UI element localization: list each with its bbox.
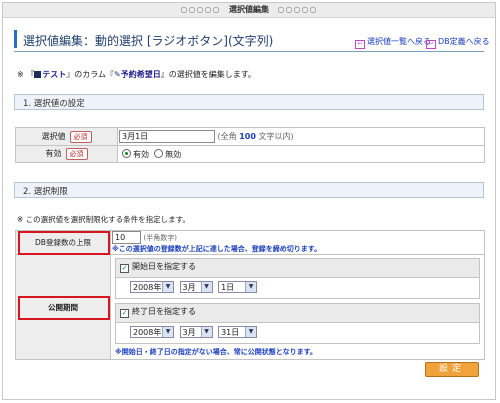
start-month-value: 3月 — [182, 283, 196, 292]
start-date-label: 開始日を指定する — [132, 262, 196, 271]
value-hint-suffix: 文字以内) — [255, 132, 294, 141]
note-prefix: 『 — [26, 70, 35, 79]
back-arrow-icon: ↩ — [426, 40, 436, 49]
limit-hint: (半角数字) — [143, 234, 178, 242]
back-arrow-icon: ↩ — [355, 40, 365, 49]
highlight-period — [18, 296, 110, 320]
period-warning: ※開始日・終了日の指定がない場合、常に公開状態となります。 — [115, 348, 317, 356]
highlight-limit — [18, 231, 110, 255]
start-date-header: ✓ 開始日を指定する — [115, 258, 480, 278]
back-to-db-label: DB定義へ戻る — [438, 37, 490, 46]
value-hint-num: 100 — [239, 132, 256, 141]
valid-on-radio[interactable] — [122, 148, 131, 158]
valid-radio-cell: 有効 無効 — [117, 145, 485, 163]
section-selection-limit: 2. 選択制限 — [14, 182, 484, 198]
value-input-cell: 3月1日 (全角 100 文字以内) — [117, 127, 485, 146]
end-date-label: 終了日を指定する — [132, 307, 196, 316]
end-date-selectors: 2008年 ▼ 3月 ▼ 31日 ▼ — [115, 323, 480, 344]
back-to-db-link[interactable]: ↩ DB定義へ戻る — [426, 36, 490, 49]
chevron-down-icon: ▼ — [245, 282, 257, 292]
back-to-list-link[interactable]: ↩ 選択値一覧へ戻る — [355, 36, 431, 49]
limit-input-cell: 10 (半角数字) ※この選択値の登録数が上記に達した場合、登録を締め切ります。 — [110, 230, 485, 255]
chevron-down-icon: ▼ — [162, 282, 173, 292]
valid-label: 有効 — [45, 149, 62, 158]
start-year-value: 2008年 — [133, 283, 162, 292]
chevron-down-icon: ▼ — [162, 327, 173, 337]
column-name: 予約希望日 — [120, 70, 161, 79]
titlebar-dots-left: ○○○○○ — [180, 5, 221, 14]
start-day-select[interactable]: 1日 ▼ — [218, 281, 258, 293]
required-badge: 必須 — [65, 148, 88, 160]
value-hint: (全角 100 文字以内) — [218, 132, 294, 141]
set-button[interactable]: 設定 — [425, 362, 479, 377]
start-date-selectors: 2008年 ▼ 3月 ▼ 1日 ▼ — [115, 278, 480, 299]
start-month-select[interactable]: 3月 ▼ — [179, 281, 213, 293]
header-accent-bar — [14, 30, 17, 48]
end-month-value: 3月 — [182, 328, 196, 337]
end-year-select[interactable]: 2008年 ▼ — [130, 326, 174, 338]
end-day-value: 31日 — [221, 328, 240, 337]
window-title: 選択値編集 — [229, 5, 269, 14]
value-input[interactable]: 3月1日 — [119, 130, 215, 143]
pencil-icon: ✎ — [114, 70, 121, 79]
section1-title: 1. 選択値の設定 — [23, 99, 85, 109]
limit-note: ※ この選択値を選択制限化する条件を指定します。 — [17, 215, 190, 224]
valid-off-label: 無効 — [165, 149, 182, 159]
start-year-select[interactable]: 2008年 ▼ — [130, 281, 174, 293]
period-cell: ✓ 開始日を指定する 2008年 ▼ 3月 ▼ 1日 ▼ ✓ 終了日を指定する 2008年… — [110, 254, 485, 360]
end-day-select[interactable]: 31日 ▼ — [218, 326, 258, 338]
end-year-value: 2008年 — [133, 328, 162, 337]
db-icon — [34, 71, 42, 78]
required-badge: 必須 — [69, 130, 92, 143]
window-titlebar: ○○○○○ 選択値編集 ○○○○○ — [3, 3, 495, 18]
note-mid: 』のカラム『 — [66, 70, 115, 79]
end-month-select[interactable]: 3月 ▼ — [179, 326, 213, 338]
asterisk-icon: ※ — [17, 70, 24, 79]
chevron-down-icon: ▼ — [245, 327, 257, 337]
titlebar-dots-right: ○○○○○ — [277, 5, 318, 14]
end-date-header: ✓ 終了日を指定する — [115, 303, 480, 323]
section2-title: 2. 選択制限 — [23, 187, 68, 197]
valid-on-label: 有効 — [133, 149, 149, 159]
value-label: 選択値 — [41, 131, 66, 141]
back-to-list-label: 選択値一覧へ戻る — [367, 37, 431, 46]
value-label-cell: 選択値 必須 — [15, 127, 118, 146]
start-date-checkbox[interactable]: ✓ — [120, 264, 129, 273]
chevron-down-icon: ▼ — [200, 282, 212, 292]
intro-note: ※ 『テスト』のカラム『✎予約希望日』の選択値を編集します。 — [17, 69, 256, 80]
db-name: テスト — [42, 70, 67, 79]
section-value-settings: 1. 選択値の設定 — [14, 94, 484, 110]
end-date-checkbox[interactable]: ✓ — [120, 309, 129, 318]
valid-off-radio[interactable] — [154, 148, 164, 158]
value-hint-prefix: (全角 — [217, 132, 240, 141]
limit-input[interactable]: 10 — [112, 231, 141, 244]
valid-label-cell: 有効 必須 — [15, 145, 118, 163]
limit-warning: ※この選択値の登録数が上記に達した場合、登録を締め切ります。 — [112, 245, 322, 253]
page-title: 選択値編集：動的選択 [ラジオボタン](文字列) — [23, 34, 274, 48]
start-day-value: 1日 — [221, 283, 235, 292]
chevron-down-icon: ▼ — [200, 327, 212, 337]
value-settings-table: 選択値 必須 3月1日 (全角 100 文字以内) 有効 必須 有効 無効 — [15, 127, 485, 163]
note-suffix: 』の選択値を編集します。 — [160, 70, 256, 79]
